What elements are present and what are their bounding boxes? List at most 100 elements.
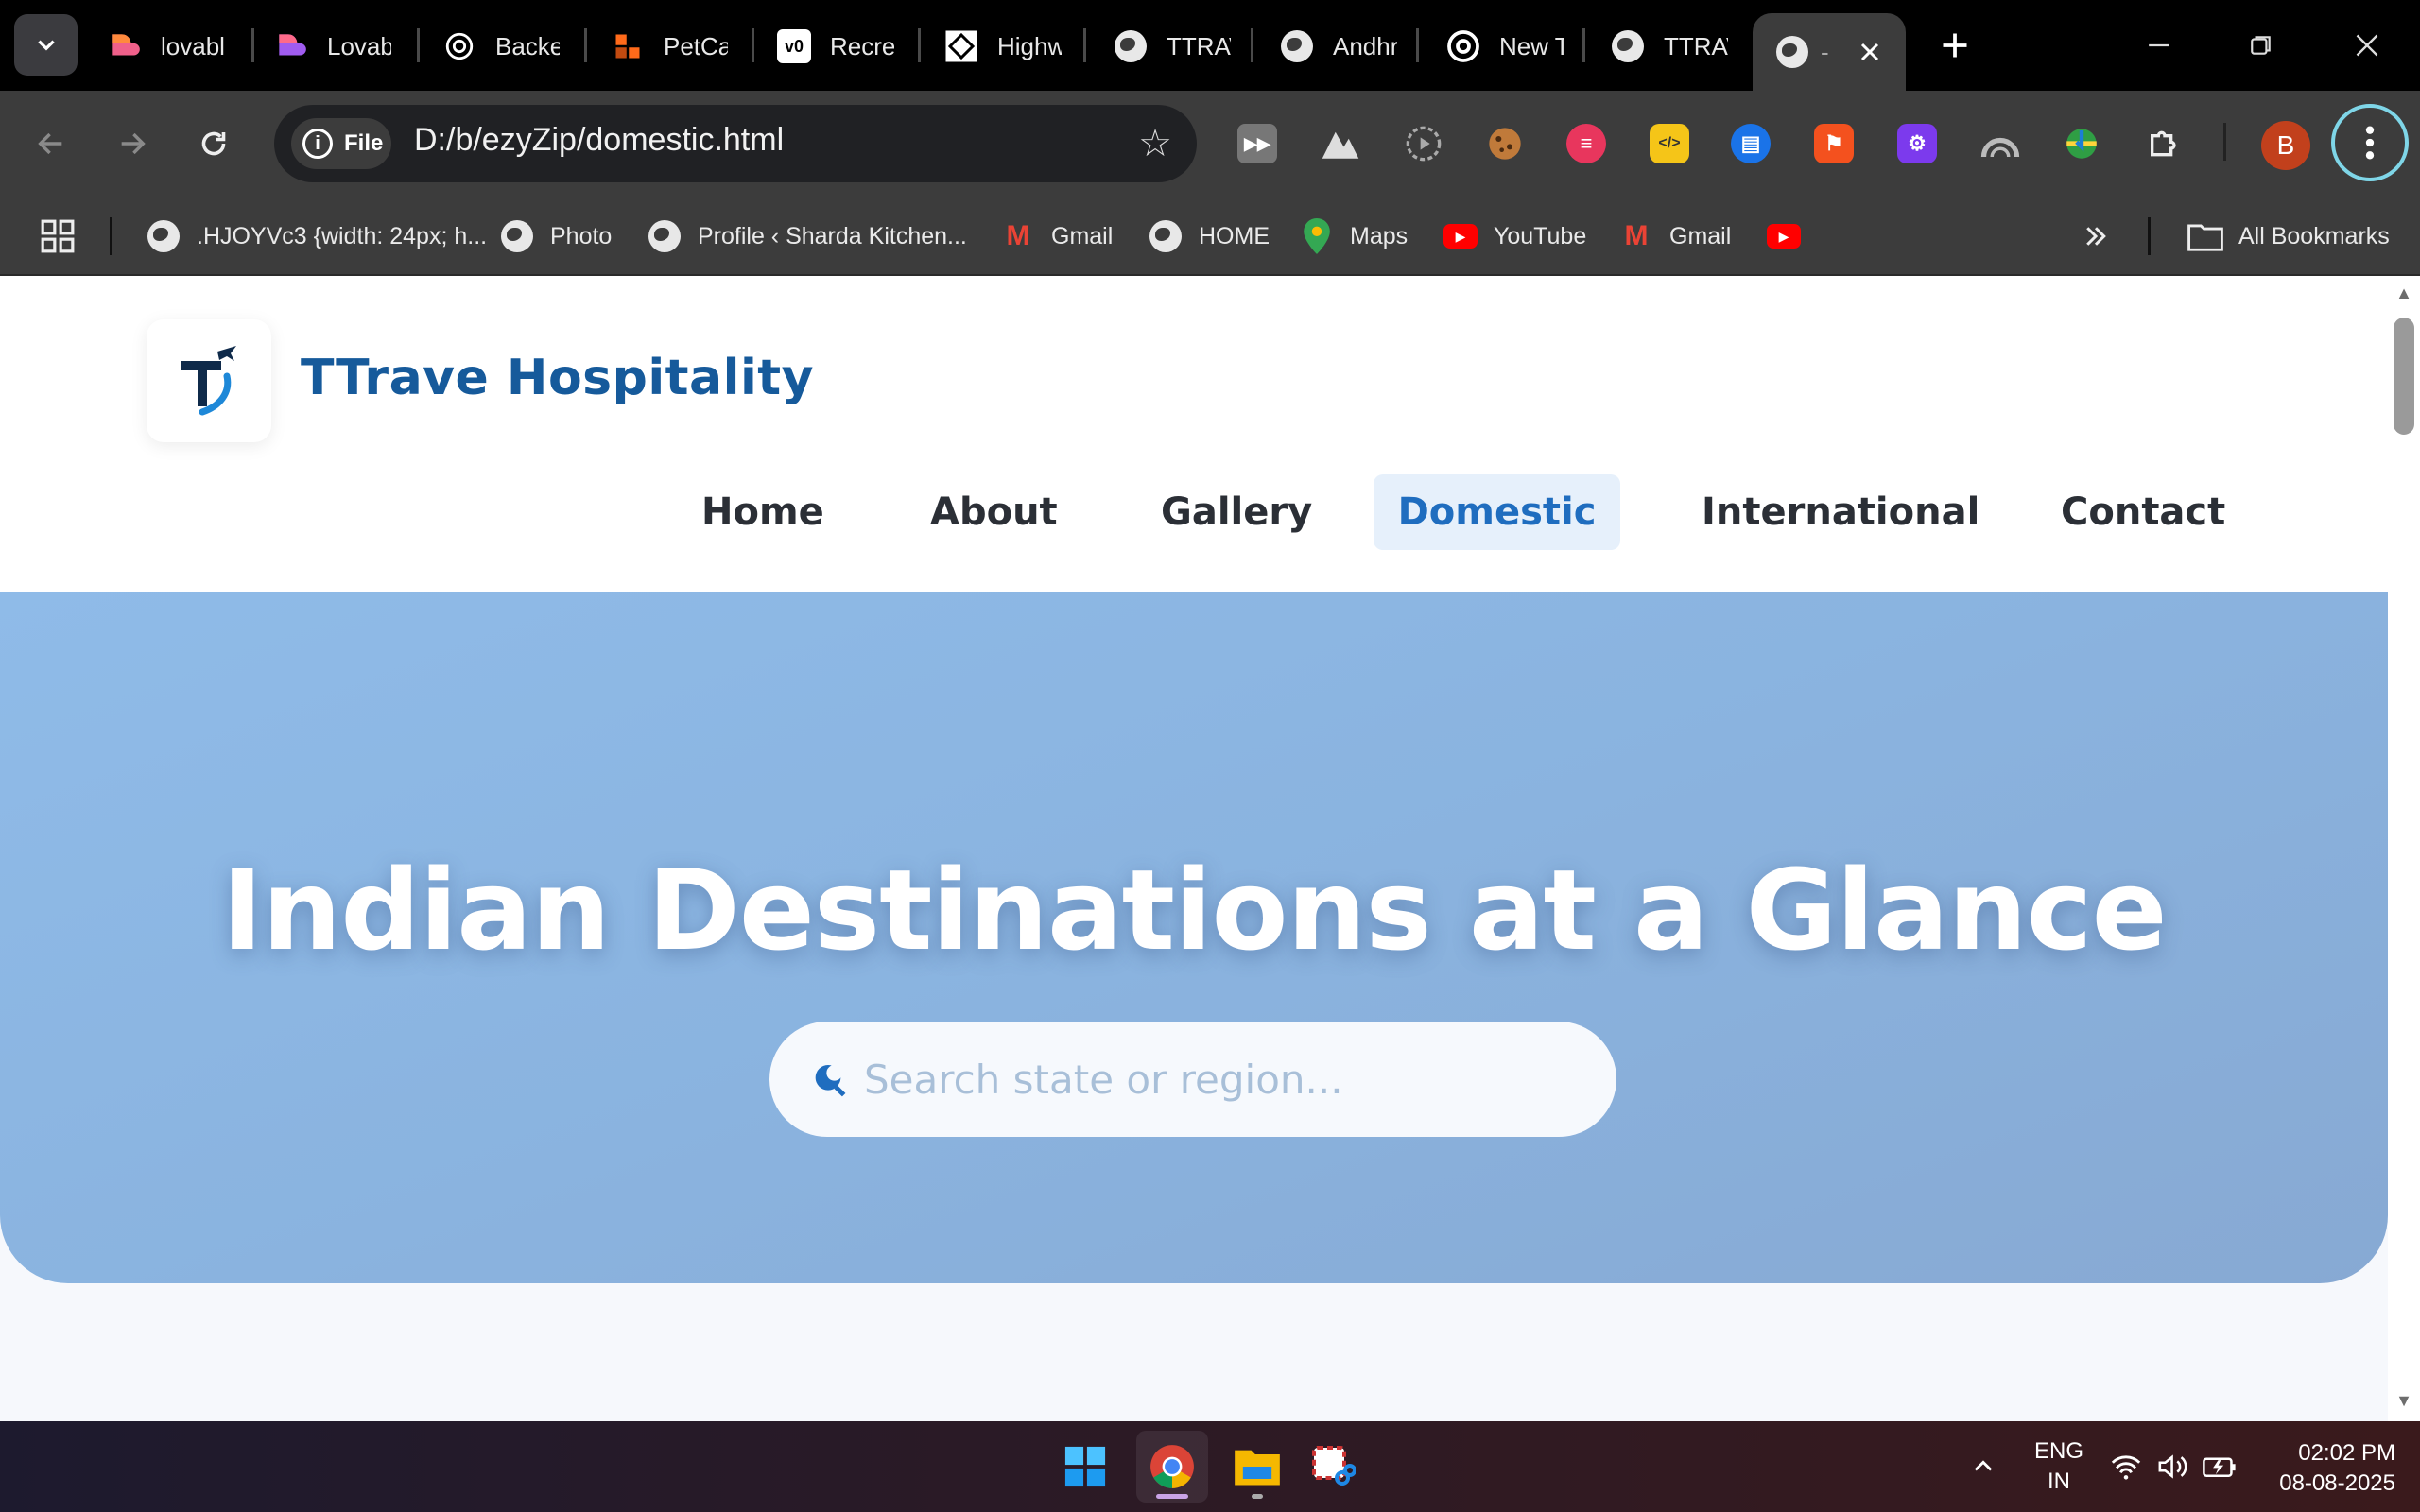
page-scrollbar[interactable]: ▲ ▼ [2388,276,2420,1421]
bookmark-star-icon[interactable]: ☆ [1138,122,1172,165]
tab-andhra[interactable]: Andhr [1278,19,1397,74]
arrow-right-icon [121,132,146,155]
globe-icon [1150,220,1182,252]
taskbar-snipping-tool[interactable] [1297,1431,1369,1503]
tab-highway[interactable]: Highw [942,19,1062,74]
bookmark-item[interactable]: Photo [499,214,612,259]
bookmark-item[interactable]: HOME [1148,214,1270,259]
tab-petcare[interactable]: PetCa [609,19,728,74]
extension-video-speed[interactable]: ▶▶ [1229,115,1286,172]
taskbar-file-explorer[interactable] [1221,1431,1293,1503]
bookmark-item[interactable]: ▶ [1766,214,1817,259]
back-button[interactable] [25,117,78,170]
bookmark-item[interactable]: Profile ‹ Sharda Kitchen... [647,214,967,259]
tab-search-button[interactable] [14,14,78,76]
nav-home[interactable]: Home [669,474,856,550]
extension-mountain[interactable] [1312,115,1369,172]
forward-button[interactable] [106,117,159,170]
search-box[interactable] [769,1022,1616,1137]
close-icon [2356,34,2378,57]
new-tab-button[interactable] [1928,19,1981,72]
nav-gallery[interactable]: Gallery [1129,474,1344,550]
url-text[interactable]: D:/b/ezyZip/domestic.html [414,122,784,159]
nav-contact[interactable]: Contact [2029,474,2257,550]
scroll-thumb[interactable] [2394,318,2414,435]
extension-docs[interactable]: ▤ [1722,115,1779,172]
tab-ttrav-1[interactable]: TTRAV [1112,19,1231,74]
profile-avatar[interactable]: B [2261,121,2310,170]
extension-recorder[interactable] [1395,115,1452,172]
browser-menu-button[interactable] [2331,104,2409,181]
tab-recreate[interactable]: v0 Recrea [775,19,894,74]
extension-arch[interactable] [1972,115,2029,172]
globe-icon [1776,36,1808,68]
lovable-icon [272,27,310,65]
tab-ttrav-2[interactable]: TTRAV [1609,19,1728,74]
reload-icon [201,131,226,156]
extension-flag[interactable]: ⚑ [1806,115,1862,172]
nav-domestic[interactable]: Domestic [1374,474,1620,550]
mountain-icon [1322,131,1359,159]
scroll-up-arrow-icon[interactable]: ▲ [2394,284,2414,304]
restore-button[interactable] [2233,19,2290,72]
volume-icon[interactable] [2157,1421,2189,1512]
bookmark-item[interactable]: Maps [1299,214,1408,259]
nav-international[interactable]: International [1669,474,2012,550]
v0-icon: v0 [775,27,813,65]
extension-cookie[interactable] [1477,115,1533,172]
youtube-icon: ▶ [1767,224,1801,249]
globe-icon [501,220,533,252]
globe-icon [1281,30,1313,62]
tab-separator [1083,28,1086,62]
extensions-button[interactable] [2136,115,2193,172]
gmail-icon: M [1624,220,1649,251]
site-brand[interactable]: TTrave Hospitality [301,350,814,406]
gear-icon: ⚙ [1897,124,1937,163]
extension-code[interactable]: </> [1641,115,1698,172]
tray-overflow-button[interactable] [1970,1421,1996,1512]
scroll-down-arrow-icon[interactable]: ▼ [2394,1391,2414,1412]
all-bookmarks-button[interactable]: All Bookmarks [2187,214,2390,259]
folder-icon [2187,224,2223,251]
apps-grid-icon [41,219,75,253]
minimize-button[interactable] [2131,19,2187,72]
close-window-button[interactable] [2339,19,2395,72]
search-input[interactable] [864,1056,1582,1103]
info-icon: i [302,129,333,159]
tab-separator [584,28,587,62]
bookmark-item[interactable]: ▶ YouTube [1443,214,1586,259]
gmail-icon: M [1006,220,1030,251]
tab-lovable-1[interactable]: lovabl [106,19,225,74]
close-icon[interactable] [1858,41,1881,63]
tab-separator [752,28,754,62]
maps-icon [1304,218,1330,254]
start-button[interactable] [1049,1431,1121,1503]
extension-download[interactable] [2053,115,2110,172]
extension-stack[interactable]: ≡ [1558,115,1615,172]
more-bookmarks-button[interactable] [2082,214,2110,259]
address-bar[interactable]: i File D:/b/ezyZip/domestic.html ☆ [274,105,1197,182]
tab-separator [417,28,420,62]
site-info-chip[interactable]: i File [291,118,391,169]
taskbar-chrome[interactable] [1136,1431,1208,1503]
flag-icon: ⚑ [1814,124,1854,163]
site-logo[interactable] [147,319,271,442]
tab-active[interactable]: - [1753,13,1906,91]
apps-button[interactable] [40,214,76,259]
bookmark-item[interactable]: M Gmail [1618,214,1732,259]
extension-settings[interactable]: ⚙ [1889,115,1945,172]
tab-new-tab[interactable]: New T [1444,19,1564,74]
language-indicator[interactable]: ENG IN [2029,1421,2089,1512]
nav-about[interactable]: About [898,474,1090,550]
system-clock[interactable]: 02:02 PM 08-08-2025 [2244,1438,2395,1499]
tab-lovable-2[interactable]: Lovab [272,19,391,74]
globe-icon [648,220,681,252]
tab-backend[interactable]: Backe [441,19,560,74]
reload-button[interactable] [187,117,240,170]
bookmarks-bar: .HJOYVc3 {width: 24px; h... Photo Profil… [0,197,2420,276]
bookmark-item[interactable]: M Gmail [1000,214,1114,259]
battery-icon[interactable] [2203,1421,2237,1512]
logo-icon [182,346,236,416]
bookmark-item[interactable]: .HJOYVc3 {width: 24px; h... [146,214,487,259]
wifi-icon[interactable] [2110,1421,2142,1512]
